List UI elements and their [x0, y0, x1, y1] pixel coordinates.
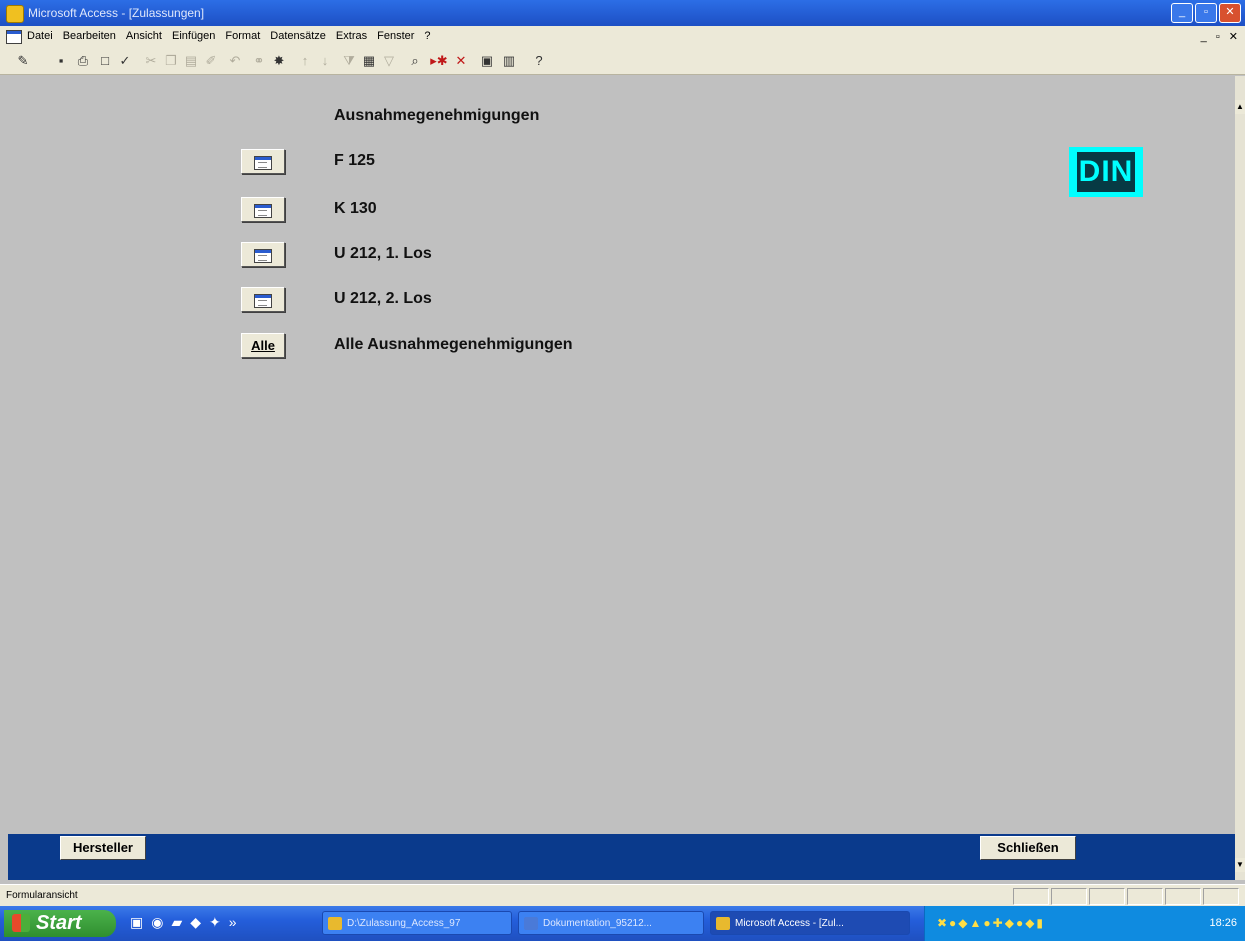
delete-record-icon[interactable]: ✕	[452, 52, 470, 70]
row-label-f125: F 125	[334, 152, 375, 169]
app-icon[interactable]: ◆	[190, 914, 201, 931]
close-button[interactable]: ✕	[1219, 3, 1241, 23]
status-pane	[1127, 888, 1163, 905]
status-pane	[1089, 888, 1125, 905]
copy-icon[interactable]: ❐	[162, 52, 180, 70]
din-logo-text: DIN	[1076, 152, 1136, 192]
filter-by-form-icon[interactable]: ▦	[360, 52, 378, 70]
window-title: Microsoft Access - [Zulassungen]	[28, 6, 205, 20]
new-object-icon[interactable]: ▥	[500, 52, 518, 70]
status-bar: Formularansicht	[0, 884, 1245, 907]
tool-icon[interactable]: ✦	[209, 914, 221, 931]
menu-bar: Datei Bearbeiten Ansicht Einfügen Format…	[0, 26, 1245, 49]
din-logo: DIN	[1069, 147, 1143, 197]
cut-icon[interactable]: ✂	[142, 52, 160, 70]
task-label: Dokumentation_95212...	[543, 918, 652, 929]
menu-extras[interactable]: Extras	[336, 30, 367, 42]
sort-descending-icon[interactable]: ↓	[316, 52, 334, 70]
overflow-chevron-icon[interactable]: »	[229, 914, 237, 931]
vertical-scrollbar[interactable]: ▲ ▼	[1235, 76, 1245, 880]
format-painter-icon[interactable]: ✐	[202, 52, 220, 70]
web-icon[interactable]: ✸	[270, 52, 288, 70]
help-icon[interactable]: ?	[530, 52, 548, 70]
sort-ascending-icon[interactable]: ↑	[296, 52, 314, 70]
menu-einfuegen[interactable]: Einfügen	[172, 30, 215, 42]
minimize-button[interactable]: _	[1171, 3, 1193, 23]
form-icon	[254, 249, 272, 263]
form-footer: Hersteller Schließen	[8, 834, 1235, 880]
browser-icon[interactable]: ◉	[151, 914, 163, 931]
scroll-down-icon[interactable]: ▼	[1235, 858, 1245, 872]
print-icon[interactable]: ⎙	[74, 52, 92, 70]
status-pane	[1165, 888, 1201, 905]
task-document[interactable]: Dokumentation_95212...	[518, 911, 704, 935]
open-u212-los1-button[interactable]	[241, 242, 285, 267]
row-label-alle: Alle Ausnahmegenehmigungen	[334, 336, 573, 353]
system-tray: ✖●◆▲●✚◆●◆▮ 18:26	[924, 906, 1245, 941]
restore-button[interactable]: ▫	[1195, 3, 1217, 23]
access-key-icon	[6, 5, 24, 23]
clock: 18:26	[1209, 917, 1237, 929]
apply-filter-icon[interactable]: ▽	[380, 52, 398, 70]
open-k130-button[interactable]	[241, 197, 285, 222]
desktop-icon[interactable]: ▣	[130, 914, 143, 931]
form-icon	[254, 156, 272, 170]
alle-button[interactable]: Alle	[241, 333, 285, 358]
menu-bearbeiten[interactable]: Bearbeiten	[63, 30, 116, 42]
menu-help[interactable]: ?	[424, 30, 430, 42]
database-window-icon[interactable]: ▣	[478, 52, 496, 70]
print-preview-icon[interactable]: □	[96, 52, 114, 70]
windows-flag-icon	[12, 914, 30, 932]
task-label: D:\Zulassung_Access_97	[347, 918, 461, 929]
hyperlink-icon[interactable]: ⚭	[250, 52, 268, 70]
undo-icon[interactable]: ↶	[226, 52, 244, 70]
menu-datei[interactable]: Datei	[27, 30, 53, 42]
form-body: Ausnahmegenehmigungen F 125 K 130 U 212,…	[8, 76, 1235, 834]
quick-launch: ▣ ◉ ▰ ◆ ✦ »	[130, 914, 237, 931]
new-record-icon[interactable]: ▸✱	[430, 52, 448, 70]
scroll-up-icon[interactable]: ▲	[1235, 100, 1245, 114]
design-view-icon[interactable]: ✎	[14, 52, 32, 70]
row-label-k130: K 130	[334, 200, 377, 217]
row-label-u212-los1: U 212, 1. Los	[334, 245, 432, 262]
start-button[interactable]: Start	[4, 910, 116, 937]
form-icon	[254, 294, 272, 308]
hersteller-button[interactable]: Hersteller	[60, 836, 146, 860]
menu-fenster[interactable]: Fenster	[377, 30, 414, 42]
access-key-icon	[716, 917, 730, 930]
mdi-window-controls[interactable]: _ ▫ ✕	[1201, 30, 1241, 43]
form-heading: Ausnahmegenehmigungen	[334, 107, 540, 124]
open-u212-los2-button[interactable]	[241, 287, 285, 312]
window-controls: _ ▫ ✕	[1171, 3, 1241, 23]
schliessen-button[interactable]: Schließen	[980, 836, 1076, 860]
task-access[interactable]: Microsoft Access - [Zul...	[710, 911, 910, 935]
status-pane	[1203, 888, 1239, 905]
status-panes	[1013, 888, 1239, 905]
status-pane	[1013, 888, 1049, 905]
folder-icon	[328, 917, 342, 930]
row-label-u212-los2: U 212, 2. Los	[334, 290, 432, 307]
form-icon	[254, 204, 272, 218]
menu-format[interactable]: Format	[225, 30, 260, 42]
filter-by-selection-icon[interactable]: ⧩	[340, 52, 358, 70]
form-window-icon[interactable]	[6, 30, 22, 44]
folder-icon[interactable]: ▰	[171, 914, 182, 931]
open-f125-button[interactable]	[241, 149, 285, 174]
save-icon[interactable]: ▪	[52, 52, 70, 70]
spelling-icon[interactable]: ✓	[116, 52, 134, 70]
start-label: Start	[36, 912, 82, 934]
find-icon[interactable]: ⌕	[406, 52, 424, 70]
menu-datensaetze[interactable]: Datensätze	[270, 30, 326, 42]
task-label: Microsoft Access - [Zul...	[735, 918, 844, 929]
paste-icon[interactable]: ▤	[182, 52, 200, 70]
word-icon	[524, 917, 538, 930]
taskbar: Start ▣ ◉ ▰ ◆ ✦ » D:\Zulassung_Access_97…	[0, 906, 1245, 941]
title-bar: Microsoft Access - [Zulassungen] _ ▫ ✕	[0, 0, 1245, 26]
menu-ansicht[interactable]: Ansicht	[126, 30, 162, 42]
tray-icons[interactable]: ✖●◆▲●✚◆●◆▮	[937, 916, 1045, 930]
toolbar: ✎ ▪ ⎙ □ ✓ ✂ ❐ ▤ ✐ ↶ ⚭ ✸ ↑ ↓ ⧩ ▦ ▽ ⌕ ▸✱ ✕…	[0, 48, 1245, 75]
status-pane	[1051, 888, 1087, 905]
status-text: Formularansicht	[6, 890, 78, 901]
task-folder[interactable]: D:\Zulassung_Access_97	[322, 911, 512, 935]
